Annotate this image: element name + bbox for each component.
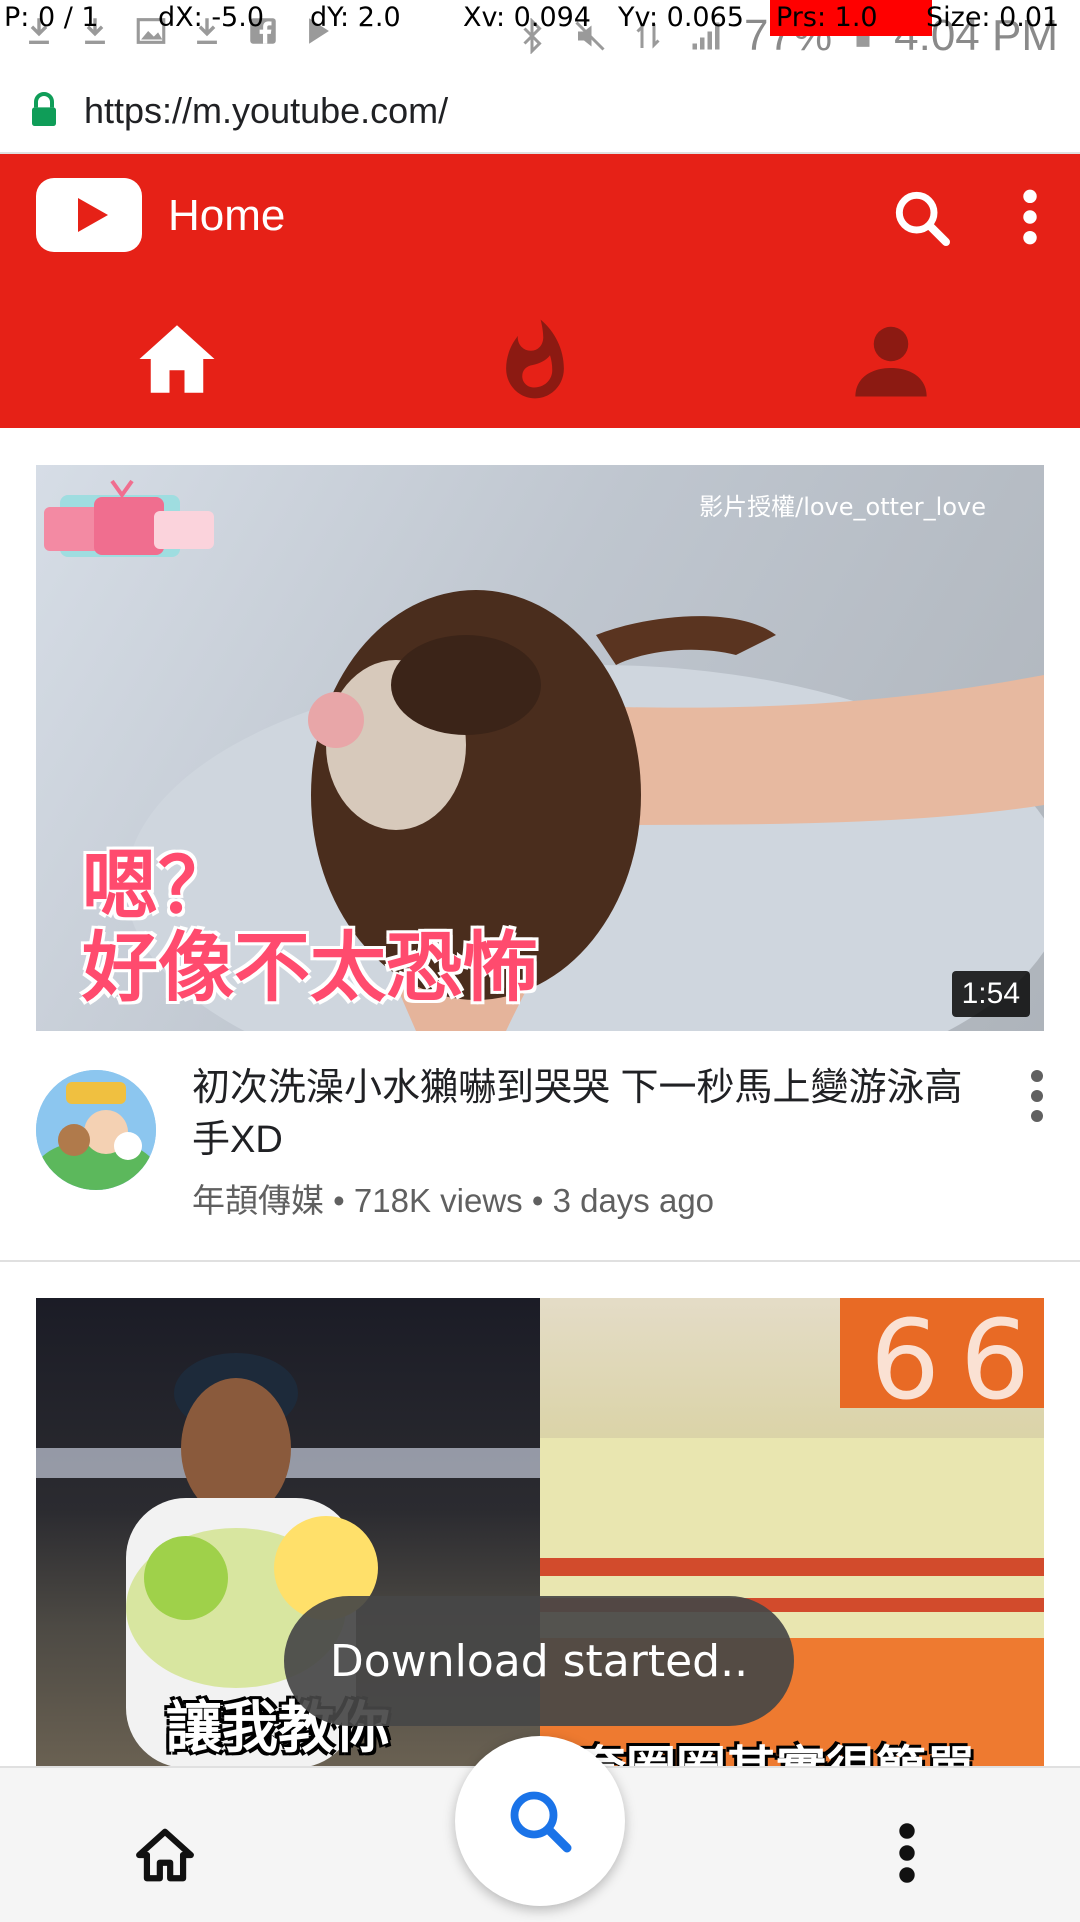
- more-vert-icon[interactable]: [1015, 186, 1045, 248]
- url-text[interactable]: https://m.youtube.com/: [84, 86, 448, 136]
- search-fab-button[interactable]: [455, 1736, 625, 1906]
- video-duration: 1:54: [951, 971, 1030, 1017]
- debug-yv: Yv: 0.065: [618, 2, 744, 33]
- thumbnail-caption-line2: 好像不太恐怖: [82, 923, 538, 1012]
- tab-account-icon[interactable]: [846, 314, 936, 404]
- channel-name[interactable]: 年頡傳媒: [192, 1182, 324, 1219]
- feed-divider: [0, 1260, 1080, 1262]
- debug-dy: dY: 2.0: [310, 2, 401, 33]
- debug-prs: Prs: 1.0: [770, 0, 932, 36]
- view-count: 718K views: [353, 1182, 523, 1219]
- tab-trending-icon[interactable]: [490, 314, 580, 404]
- download-toast: Download started..: [284, 1596, 794, 1726]
- video-more-icon[interactable]: [1022, 1066, 1052, 1126]
- youtube-header: Home: [0, 154, 1080, 428]
- thumbnail-caption-right: 套圈圈其實很簡單: [576, 1730, 976, 1768]
- search-icon[interactable]: [890, 186, 954, 250]
- browser-menu-icon[interactable]: [892, 1820, 922, 1886]
- debug-xv: Xv: 0.094: [463, 2, 591, 33]
- svg-text:6: 6: [870, 1298, 940, 1424]
- upload-age: 3 days ago: [552, 1182, 715, 1219]
- video-subtitle: 年頡傳媒 • 718K views • 3 days ago: [192, 1174, 714, 1222]
- debug-dx: dX: -5.0: [158, 2, 264, 33]
- separator-dot: •: [531, 1182, 553, 1219]
- separator-dot: •: [333, 1182, 354, 1219]
- status-bar: 77% 4:04 PM P: 0 / 1 dX: -5.0 dY: 2.0 Xv…: [0, 0, 1080, 72]
- svg-text:6: 6: [960, 1298, 1030, 1424]
- thumbnail-watermark: 影片授權/love_otter_love: [699, 493, 986, 521]
- video-thumbnail[interactable]: 影片授權/love_otter_love 嗯？ 好像不太恐怖 1:54: [36, 465, 1044, 1031]
- debug-size: Size: 0.01: [926, 2, 1060, 33]
- lock-icon: [32, 92, 56, 126]
- debug-pointer: P: 0 / 1: [4, 2, 99, 33]
- video-metadata: 初次洗澡小水獺嚇到哭哭 下一秒馬上變游泳高手XD 年頡傳媒 • 718K vie…: [0, 1050, 1080, 1260]
- home-icon[interactable]: [134, 1824, 196, 1886]
- browser-url-bar[interactable]: https://m.youtube.com/: [0, 72, 1080, 154]
- page-title: Home: [168, 191, 286, 240]
- channel-avatar[interactable]: [36, 1070, 156, 1190]
- thumbnail-caption-line1: 嗯？: [82, 841, 234, 930]
- tab-home-icon[interactable]: [132, 314, 222, 404]
- video-title[interactable]: 初次洗澡小水獺嚇到哭哭 下一秒馬上變游泳高手XD: [192, 1062, 982, 1166]
- channel-brand-logo: [44, 479, 214, 557]
- search-icon: [510, 1791, 572, 1853]
- youtube-logo-icon[interactable]: [36, 178, 142, 252]
